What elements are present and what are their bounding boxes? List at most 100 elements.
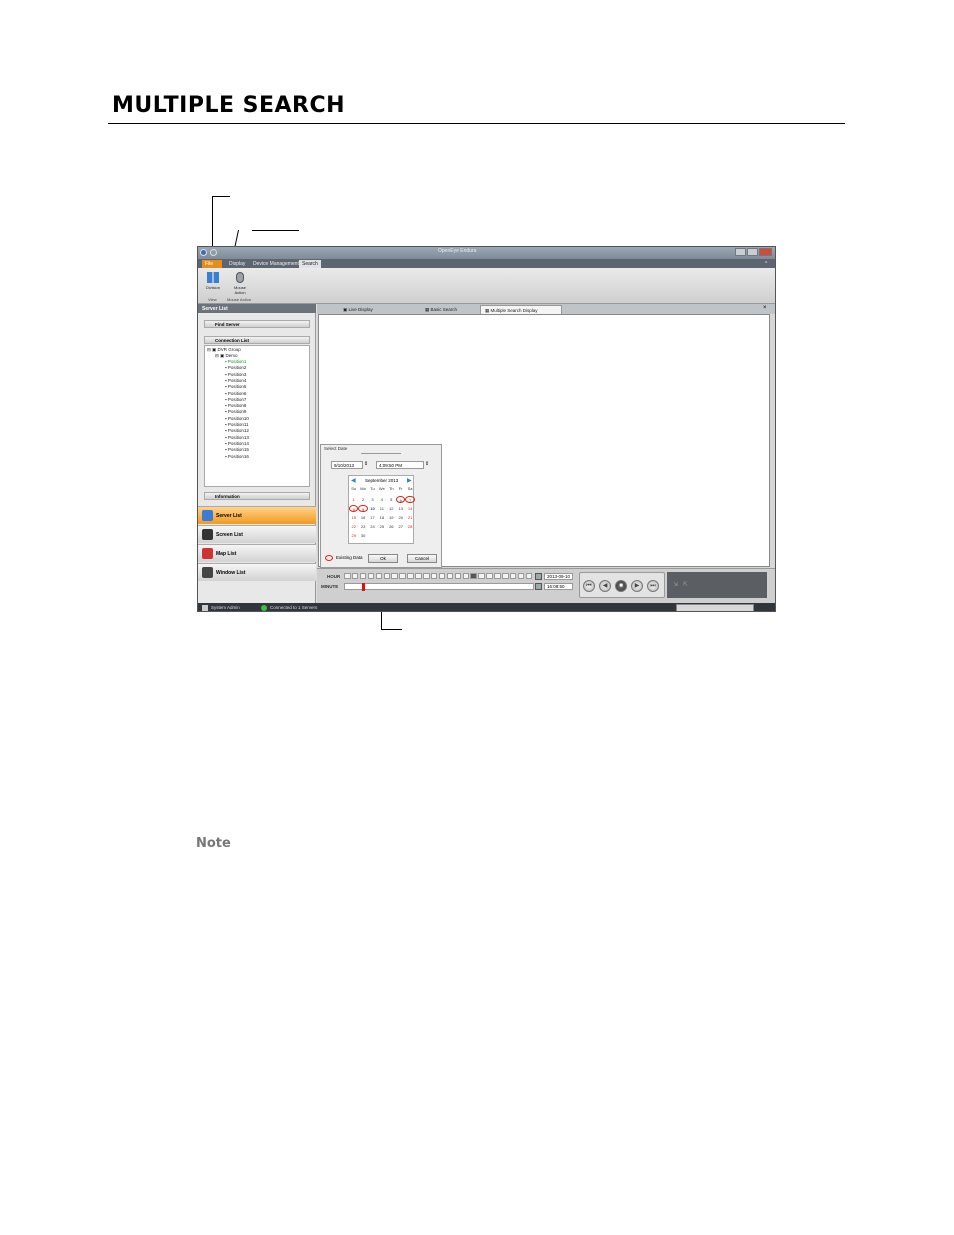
calendar-day[interactable]: 20	[396, 514, 405, 521]
nav-window-list[interactable]: Window List	[198, 563, 316, 581]
ok-button[interactable]: Ok	[368, 554, 398, 563]
time-spin-icon[interactable]: ⇕	[425, 461, 429, 467]
hour-cell[interactable]	[430, 573, 438, 579]
date-spin-icon[interactable]: ⇕	[364, 461, 368, 467]
calendar-day[interactable]	[387, 532, 396, 539]
tree-position[interactable]: ▪ Position14	[225, 441, 249, 446]
nav-map-list[interactable]: Map List	[198, 544, 316, 562]
date-input[interactable]: 9/10/2013	[331, 461, 363, 469]
tree-position[interactable]: ▪ Position4	[225, 378, 246, 383]
menu-device-management[interactable]: Device Management	[250, 260, 302, 268]
division-button[interactable]: Division	[202, 271, 224, 295]
clock-icon[interactable]	[535, 583, 542, 590]
tree-position[interactable]: ▪ Position12	[225, 428, 249, 433]
calendar-day[interactable]: 12	[387, 505, 396, 512]
hour-cell[interactable]	[517, 573, 525, 579]
calendar-day[interactable]: 27	[396, 523, 405, 530]
find-server-header[interactable]: Find Server	[204, 320, 310, 328]
tree-position[interactable]: ▪ Position2	[225, 365, 246, 370]
hour-cell[interactable]	[407, 573, 414, 579]
calendar-day[interactable]: 10	[368, 505, 377, 512]
hour-cell[interactable]	[399, 573, 406, 579]
cancel-button[interactable]: Cancel	[407, 554, 437, 563]
hour-cell[interactable]	[367, 573, 375, 579]
tree-position[interactable]: ▪ Position3	[225, 372, 246, 377]
calendar-day[interactable]: 7	[405, 496, 415, 503]
tree-position[interactable]: ▪ Position9	[225, 409, 246, 414]
calendar-day[interactable]	[377, 532, 386, 539]
tree-position[interactable]: ▪ Position6	[225, 391, 246, 396]
tab-live-display[interactable]: ▣ Live Display	[339, 305, 377, 314]
nav-screen-list[interactable]: Screen List	[198, 525, 316, 543]
tree-position[interactable]: ▪ Position16	[225, 454, 249, 459]
tree-position[interactable]: ▪ Position7	[225, 397, 246, 402]
time-input[interactable]: 4:09:50 PM	[376, 461, 424, 469]
calendar-day[interactable]: 23	[358, 523, 367, 530]
hour-cell[interactable]	[486, 573, 493, 579]
fast-icon[interactable]: ⇱	[683, 581, 688, 588]
nav-server-list[interactable]: Server List	[198, 506, 316, 524]
hour-cell[interactable]	[470, 573, 477, 579]
calendar-day[interactable]: 29	[349, 532, 358, 539]
calendar-day[interactable]: 18	[377, 514, 386, 521]
calendar-day[interactable]: 16	[358, 514, 367, 521]
information-header[interactable]: Information	[204, 492, 310, 500]
mouse-action-button[interactable]: Mouse Action	[229, 271, 251, 297]
minimize-button[interactable]	[735, 248, 746, 256]
calendar-day[interactable]: 4	[377, 496, 386, 503]
hour-cell[interactable]	[375, 573, 383, 579]
calendar-day[interactable]: 15	[349, 514, 358, 521]
tab-basic-search[interactable]: ▦ Basic Search	[421, 305, 461, 314]
maximize-button[interactable]	[747, 248, 758, 256]
tree-position[interactable]: ▪ Position11	[225, 422, 249, 427]
calendar-day[interactable]	[368, 532, 377, 539]
refresh-icon[interactable]	[210, 249, 217, 256]
calendar-day[interactable]	[396, 532, 405, 539]
calendar-day[interactable]: 13	[396, 505, 405, 512]
next-month-icon[interactable]: ▶	[407, 477, 412, 484]
hour-cell[interactable]	[502, 573, 509, 579]
menu-search[interactable]: Search	[299, 260, 321, 268]
hour-cell[interactable]	[462, 573, 469, 579]
hour-cell[interactable]	[351, 573, 359, 579]
skip-forward-icon[interactable]: ⏭	[647, 580, 659, 592]
prev-month-icon[interactable]: ◀	[351, 477, 356, 484]
calendar-day[interactable]: 2	[358, 496, 367, 503]
hour-cell[interactable]	[415, 573, 422, 579]
calendar-day[interactable]: 26	[387, 523, 396, 530]
tree-position[interactable]: ▪ Position5	[225, 384, 246, 389]
calendar-day[interactable]: 25	[377, 523, 386, 530]
hour-cell[interactable]	[494, 573, 501, 579]
stop-icon[interactable]: ■	[615, 580, 627, 592]
menu-display[interactable]: Display	[226, 260, 248, 268]
hour-cell[interactable]	[423, 573, 430, 579]
calendar-day[interactable]: 3	[368, 496, 377, 503]
hour-cell[interactable]	[438, 573, 446, 579]
hour-cell[interactable]	[446, 573, 454, 579]
ribbon-collapse-icon[interactable]: ^	[762, 260, 770, 268]
hour-cell[interactable]	[478, 573, 485, 579]
reverse-play-icon[interactable]: ◀	[599, 580, 611, 592]
calendar-day[interactable]: 8	[349, 505, 359, 512]
calendar-day[interactable]: 1	[349, 496, 358, 503]
hour-cell[interactable]	[383, 573, 390, 579]
tree-position[interactable]: ▪ Position10	[225, 416, 249, 421]
connection-list-header[interactable]: Connection List	[204, 336, 310, 344]
slow-icon[interactable]: ⇲	[673, 581, 678, 588]
calendar-day[interactable]: 28	[405, 523, 414, 530]
close-button[interactable]	[759, 248, 772, 256]
calendar-day[interactable]: 24	[368, 523, 377, 530]
close-tab-icon[interactable]: ×	[763, 305, 767, 311]
tab-multiple-search-display[interactable]: ▦ Multiple Search Display	[480, 305, 562, 314]
calendar-day[interactable]: 11	[377, 505, 386, 512]
tree-position[interactable]: ▪ Position8	[225, 403, 246, 408]
play-icon[interactable]: ▶	[631, 580, 643, 592]
hour-cell[interactable]	[359, 573, 367, 579]
hour-cell[interactable]	[454, 573, 462, 579]
calendar-day[interactable]	[405, 532, 414, 539]
calendar-day[interactable]: 30	[358, 532, 367, 539]
tree-position[interactable]: ▪ Position13	[225, 435, 249, 440]
hour-cell[interactable]	[525, 573, 533, 579]
calendar-icon[interactable]	[535, 573, 542, 580]
menu-file[interactable]: File	[202, 260, 222, 268]
